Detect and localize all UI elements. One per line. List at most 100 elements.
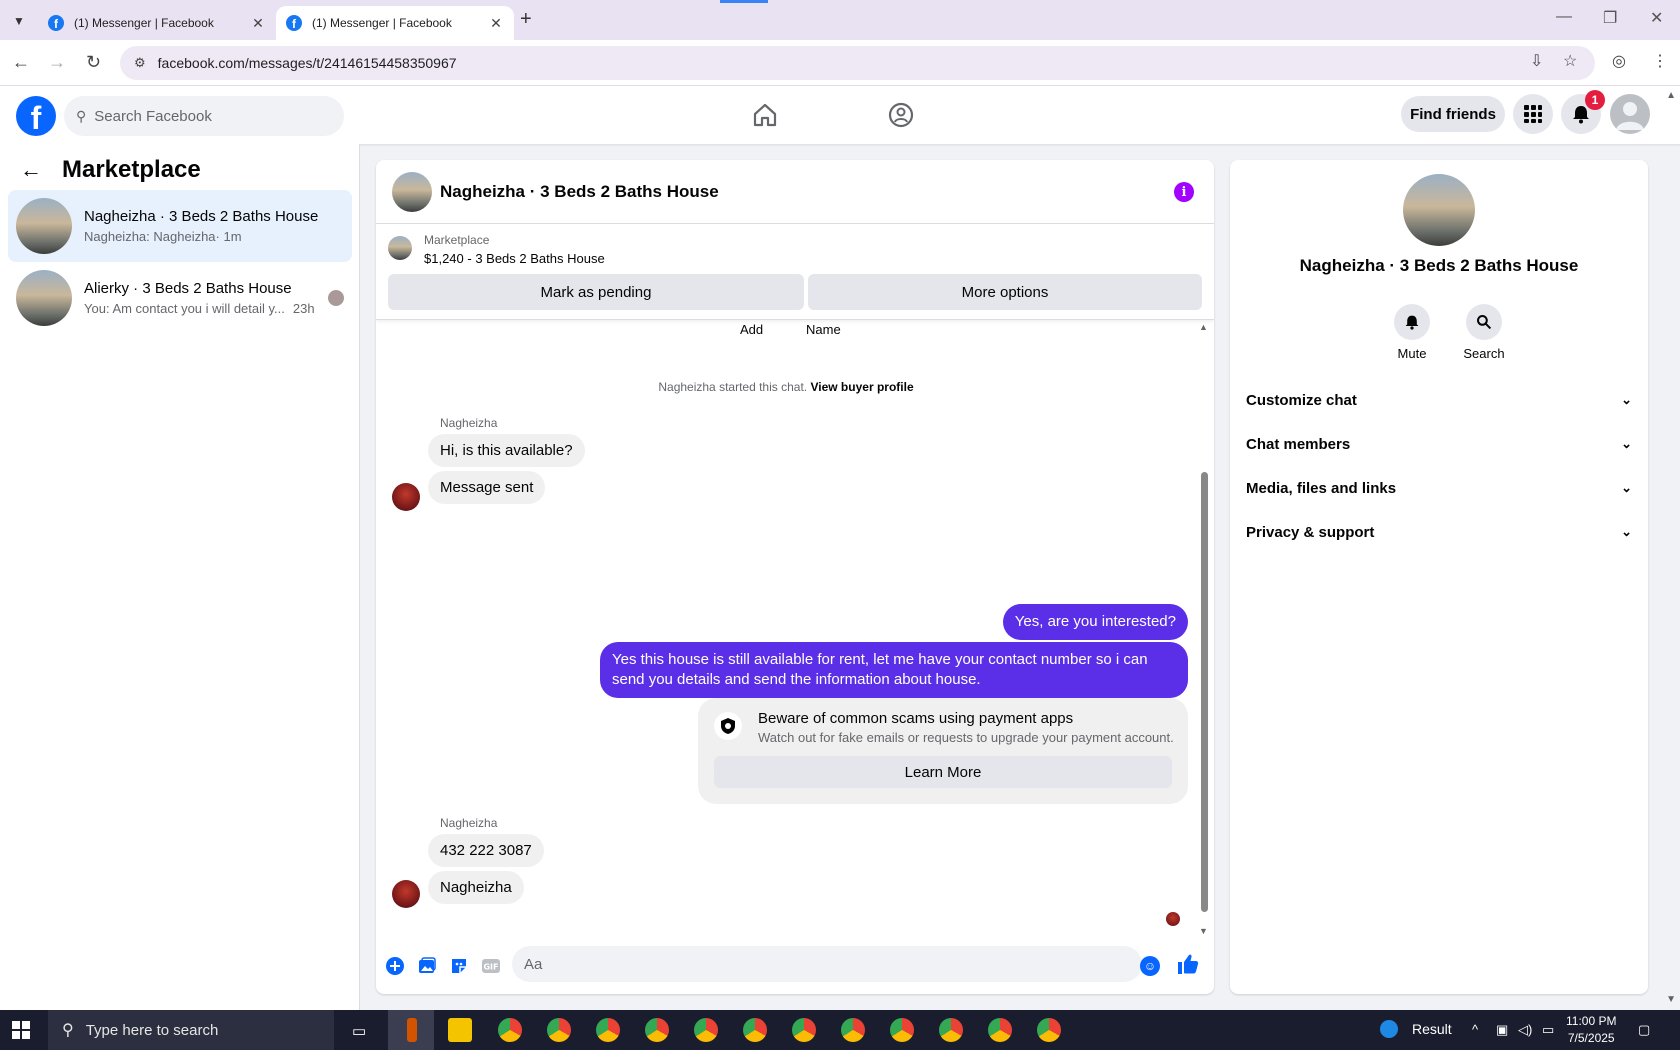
menu-grid-icon[interactable] (1513, 94, 1553, 134)
restore-icon[interactable]: ❐ (1603, 8, 1617, 28)
incoming-message[interactable]: Hi, is this available? (428, 434, 585, 467)
sticker-icon[interactable] (448, 956, 470, 976)
notification-center-icon[interactable]: ▢ (1638, 1022, 1650, 1038)
scroll-down-icon[interactable]: ▼ (1199, 926, 1208, 936)
chat-scrollbar[interactable]: ▲ ▼ (1198, 322, 1210, 936)
chrome-icon[interactable] (841, 1018, 865, 1042)
thumbs-up-icon[interactable] (1176, 952, 1200, 982)
outgoing-message[interactable]: Yes this house is still available for re… (600, 642, 1188, 698)
pinned-app-icon[interactable] (407, 1018, 417, 1042)
search-in-chat-button[interactable]: Search (1454, 304, 1514, 361)
tab-list-dropdown-icon[interactable]: ▼ (8, 10, 30, 32)
find-friends-button[interactable]: Find friends (1401, 96, 1505, 132)
install-app-icon[interactable]: ⇩ (1530, 51, 1543, 71)
minimize-icon[interactable]: — (1556, 8, 1572, 26)
message-composer: GIF Aa ☺ (376, 936, 1214, 994)
plus-circle-icon[interactable] (384, 956, 406, 976)
chrome-icon[interactable] (792, 1018, 816, 1042)
facebook-search-input[interactable]: ⚲ Search Facebook (64, 96, 344, 136)
chrome-icon[interactable] (596, 1018, 620, 1042)
sender-avatar[interactable] (392, 483, 420, 511)
learn-more-button[interactable]: Learn More (714, 756, 1172, 788)
media-files-links-section[interactable]: Media, files and links ⌄ (1246, 468, 1632, 508)
network-icon[interactable]: ▣ (1496, 1022, 1508, 1038)
mark-as-pending-button[interactable]: Mark as pending (388, 274, 804, 310)
chrome-icon[interactable] (547, 1018, 571, 1042)
chat-info-panel: Nagheizha · 3 Beds 2 Baths House Mute Se… (1230, 160, 1648, 994)
chat-thumbnail[interactable] (392, 171, 432, 212)
groups-icon[interactable] (886, 100, 916, 130)
account-avatar[interactable] (1610, 94, 1650, 134)
bookmark-star-icon[interactable]: ☆ (1563, 51, 1577, 71)
sticky-notes-icon[interactable] (448, 1018, 472, 1042)
chrome-icon[interactable] (1037, 1018, 1061, 1042)
name-label[interactable]: Name (806, 322, 841, 337)
search-icon: ⚲ (76, 107, 87, 124)
profile-icon[interactable]: ◎ (1612, 51, 1626, 71)
chat-title[interactable]: Nagheizha · 3 Beds 2 Baths House (440, 182, 719, 202)
more-options-button[interactable]: More options (808, 274, 1202, 310)
privacy-support-section[interactable]: Privacy & support ⌄ (1246, 512, 1632, 552)
taskbar-search-input[interactable]: ⚲ Type here to search (48, 1010, 334, 1050)
windows-start-icon[interactable] (12, 1021, 30, 1039)
chat-members-section[interactable]: Chat members ⌄ (1246, 424, 1632, 464)
listing-large-thumbnail[interactable] (1403, 174, 1475, 246)
home-icon[interactable] (750, 100, 780, 130)
scroll-up-icon[interactable]: ▲ (1199, 322, 1208, 332)
bell-icon (1394, 304, 1430, 340)
sender-avatar[interactable] (392, 880, 420, 908)
svg-text:GIF: GIF (483, 963, 498, 972)
outgoing-message[interactable]: Yes, are you interested? (1002, 604, 1188, 640)
chrome-icon[interactable] (939, 1018, 963, 1042)
listing-thumbnail[interactable] (388, 236, 412, 260)
task-view-icon[interactable]: ▭ (352, 1022, 366, 1040)
close-tab-icon[interactable]: ✕ (488, 15, 504, 32)
chrome-icon[interactable] (645, 1018, 669, 1042)
site-settings-icon[interactable]: ⚙ (134, 55, 146, 71)
tray-chevron-up-icon[interactable]: ^ (1472, 1022, 1478, 1037)
new-tab-icon[interactable]: + (520, 8, 532, 31)
url-field[interactable]: ⚙ facebook.com/messages/t/24146154458350… (120, 46, 1595, 80)
gif-icon[interactable]: GIF (480, 956, 502, 976)
weather-widget[interactable]: Result (1380, 1020, 1452, 1038)
page-scroll-up-icon[interactable]: ▲ (1666, 90, 1676, 101)
system-clock[interactable]: 11:00 PM 7/5/2025 (1566, 1013, 1616, 1047)
add-label[interactable]: Add (740, 322, 763, 337)
chrome-icon[interactable] (743, 1018, 767, 1042)
conversation-item[interactable]: Alierky · 3 Beds 2 Baths House You: Am c… (8, 262, 352, 334)
incoming-message[interactable]: Nagheizha (428, 871, 524, 904)
mute-button[interactable]: Mute (1382, 304, 1442, 361)
browser-menu-icon[interactable]: ⋮ (1652, 51, 1668, 71)
conversation-info-icon[interactable]: i (1174, 182, 1194, 202)
battery-icon[interactable]: ▭ (1542, 1022, 1554, 1038)
forward-icon[interactable]: → (48, 52, 66, 73)
listing-price-title[interactable]: $1,240 - 3 Beds 2 Baths House (424, 251, 605, 266)
incoming-message[interactable]: 432 222 3087 (428, 834, 544, 867)
scrollbar-thumb[interactable] (1201, 472, 1208, 912)
chrome-icon[interactable] (498, 1018, 522, 1042)
browser-tab-1[interactable]: f (1) Messenger | Facebook ✕ (38, 6, 276, 40)
facebook-logo-icon[interactable]: f (16, 96, 56, 136)
customize-chat-section[interactable]: Customize chat ⌄ (1246, 380, 1632, 420)
view-buyer-profile-link[interactable]: View buyer profile (810, 380, 913, 394)
close-window-icon[interactable]: ✕ (1650, 8, 1663, 28)
reload-icon[interactable]: ↻ (86, 52, 101, 73)
message-input[interactable]: Aa (512, 946, 1142, 982)
back-arrow-icon[interactable]: ← (20, 157, 42, 183)
emoji-icon[interactable]: ☺ (1140, 956, 1160, 976)
section-label: Media, files and links (1246, 479, 1397, 497)
page-scroll-down-icon[interactable]: ▼ (1666, 994, 1676, 1005)
chrome-icon[interactable] (890, 1018, 914, 1042)
result-label: Result (1412, 1021, 1452, 1037)
photo-icon[interactable] (416, 956, 438, 976)
conversation-item[interactable]: Nagheizha · 3 Beds 2 Baths House Nagheiz… (8, 190, 352, 262)
chrome-icon[interactable] (988, 1018, 1012, 1042)
chrome-icon[interactable] (694, 1018, 718, 1042)
back-icon[interactable]: ← (12, 52, 30, 73)
browser-tab-2[interactable]: f (1) Messenger | Facebook ✕ (276, 6, 514, 40)
volume-icon[interactable]: ◁) (1518, 1022, 1532, 1038)
marketplace-header: ← Marketplace (20, 156, 201, 184)
incoming-message[interactable]: Message sent (428, 471, 546, 504)
close-tab-icon[interactable]: ✕ (250, 15, 266, 32)
message-placeholder: Aa (524, 955, 543, 973)
